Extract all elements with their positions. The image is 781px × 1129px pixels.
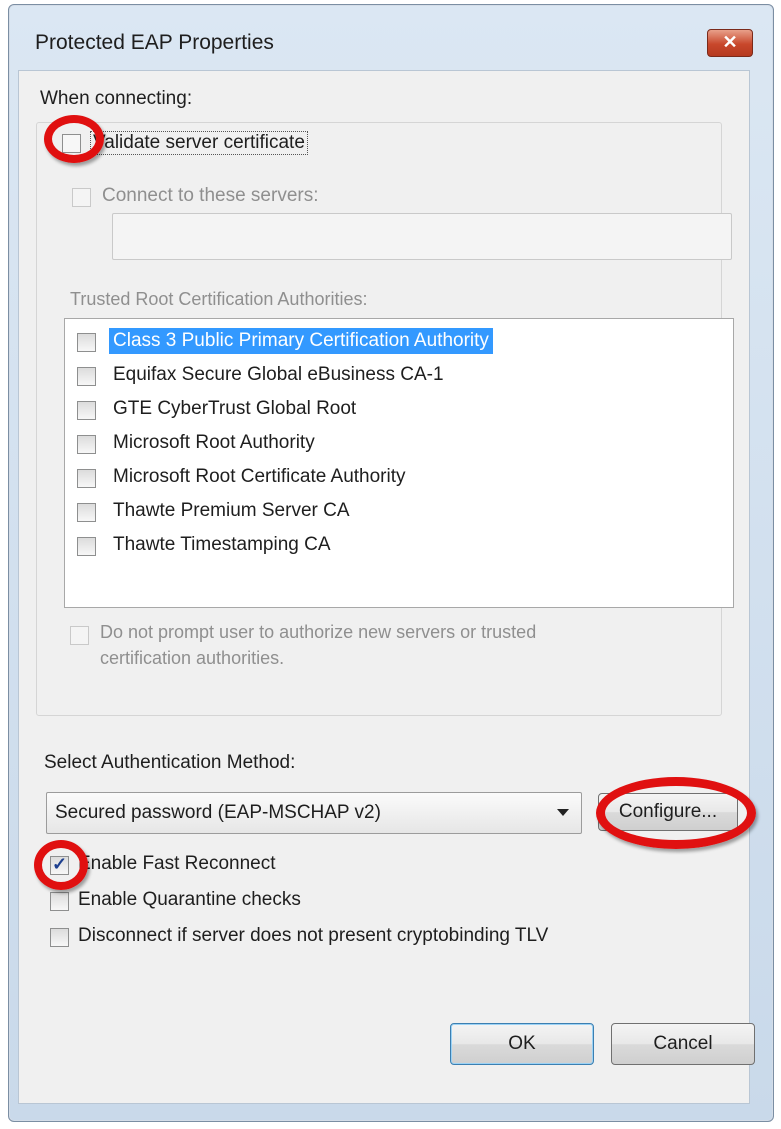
authority-label: Equifax Secure Global eBusiness CA-1 [113, 364, 444, 385]
authority-label: Microsoft Root Certificate Authority [113, 466, 406, 487]
authority-checkbox[interactable] [77, 367, 96, 386]
cryptobinding-checkbox[interactable] [50, 928, 69, 947]
validate-certificate-checkbox[interactable] [62, 134, 81, 153]
validate-certificate-label[interactable]: Validate server certificate [90, 131, 308, 155]
close-button[interactable]: ✕ [707, 29, 753, 57]
authority-label: GTE CyberTrust Global Root [113, 398, 357, 419]
trusted-authorities-label: Trusted Root Certification Authorities: [70, 289, 368, 309]
configure-button[interactable]: Configure... [598, 793, 738, 831]
authority-checkbox[interactable] [77, 333, 96, 352]
connect-servers-checkbox[interactable] [72, 188, 91, 207]
title-bar[interactable]: Protected EAP Properties ✕ [9, 5, 773, 75]
authority-label: Thawte Timestamping CA [113, 534, 331, 555]
configure-button-label: Configure... [618, 801, 718, 822]
quarantine-checkbox[interactable] [50, 892, 69, 911]
connect-servers-label: Connect to these servers: [102, 185, 319, 206]
ok-button[interactable]: OK [450, 1023, 594, 1065]
trusted-authorities-list[interactable]: Class 3 Public Primary Certification Aut… [64, 318, 734, 608]
auth-method-value: Secured password (EAP-MSCHAP v2) [55, 802, 381, 823]
authority-checkbox[interactable] [77, 435, 96, 454]
when-connecting-heading: When connecting: [40, 88, 193, 109]
no-prompt-checkbox[interactable] [70, 626, 89, 645]
fast-reconnect-label[interactable]: Enable Fast Reconnect [78, 853, 276, 875]
authority-checkbox[interactable] [77, 503, 96, 522]
cancel-button[interactable]: Cancel [611, 1023, 755, 1065]
no-prompt-label-line2: certification authorities. [100, 648, 285, 668]
chevron-down-icon [557, 809, 569, 816]
ok-button-label: OK [508, 1033, 536, 1054]
fast-reconnect-checkbox[interactable] [50, 854, 69, 875]
authority-label: Thawte Premium Server CA [113, 500, 350, 521]
servers-input[interactable] [112, 213, 732, 260]
authority-checkbox[interactable] [77, 401, 96, 420]
auth-method-heading: Select Authentication Method: [44, 752, 296, 773]
authority-checkbox[interactable] [77, 469, 96, 488]
authority-label: Class 3 Public Primary Certification Aut… [109, 328, 493, 354]
authority-checkbox[interactable] [77, 537, 96, 556]
close-icon: ✕ [722, 32, 738, 52]
auth-method-select[interactable]: Secured password (EAP-MSCHAP v2) [46, 792, 582, 834]
no-prompt-label-line1: Do not prompt user to authorize new serv… [100, 622, 537, 642]
cryptobinding-label[interactable]: Disconnect if server does not present cr… [78, 925, 548, 947]
authority-label: Microsoft Root Authority [113, 432, 315, 453]
quarantine-label[interactable]: Enable Quarantine checks [78, 889, 301, 911]
window-title: Protected EAP Properties [35, 31, 274, 54]
cancel-button-label: Cancel [653, 1033, 713, 1054]
